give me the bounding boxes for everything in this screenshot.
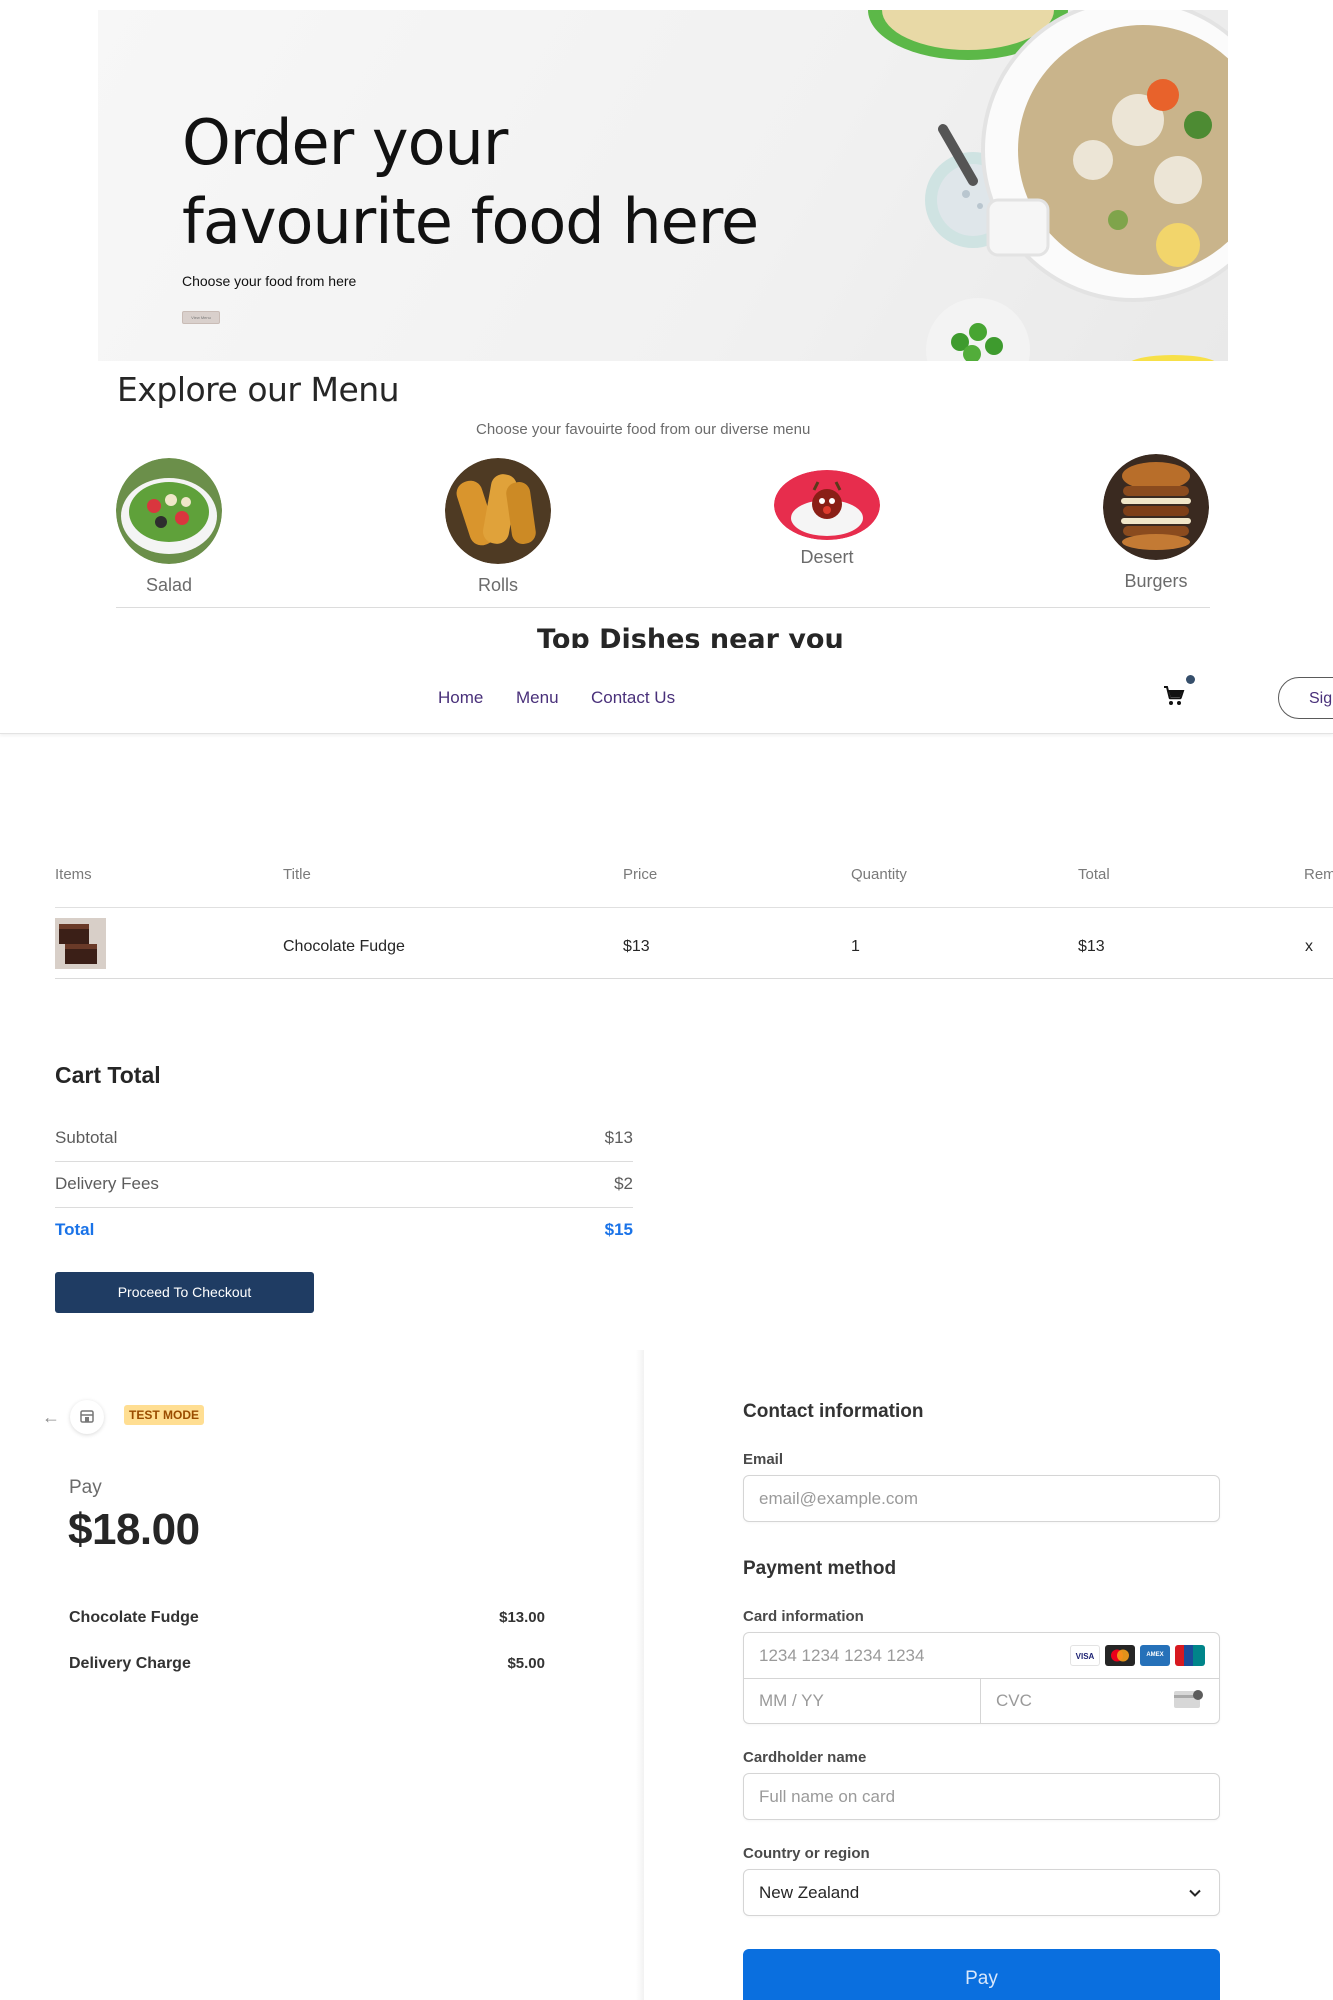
- pay-label: Pay: [69, 1477, 102, 1498]
- proceed-to-checkout-button[interactable]: Proceed To Checkout: [55, 1272, 314, 1313]
- col-quantity: Quantity: [851, 866, 907, 883]
- menu-item-burgers[interactable]: Burgers: [1103, 454, 1209, 592]
- visa-icon: VISA: [1070, 1645, 1100, 1666]
- menu-item-label: Rolls: [477, 575, 518, 595]
- hero-banner: Order your favourite food here Choose yo…: [98, 10, 1228, 361]
- col-remove: Remove: [1304, 866, 1333, 883]
- col-items: Items: [55, 866, 92, 883]
- col-price: Price: [623, 866, 658, 883]
- section-divider: [116, 607, 1210, 608]
- line-item: Delivery Charge $5.00: [69, 1655, 545, 1673]
- card-divider: [744, 1678, 1219, 1679]
- cart-table-header: Items Title Price Quantity Total Remove: [0, 866, 1333, 908]
- menu-item-salad[interactable]: Salad: [116, 458, 222, 596]
- cart-icon[interactable]: [1162, 684, 1186, 708]
- col-total: Total: [1078, 866, 1110, 883]
- col-title: Title: [283, 866, 311, 883]
- card-number-input[interactable]: 1234 1234 1234 1234: [759, 1646, 924, 1666]
- item-total: $13: [1078, 938, 1105, 955]
- pay-amount: $18.00: [68, 1505, 200, 1554]
- item-price: $13: [623, 938, 650, 955]
- contact-info-heading: Contact information: [743, 1401, 924, 1422]
- card-info-label: Card information: [743, 1608, 864, 1625]
- total-divider: [55, 1161, 633, 1162]
- navbar: Home Menu Contact Us Sign in: [0, 648, 1333, 734]
- top-dishes-title-text: Top Dishes near you: [537, 624, 844, 648]
- table-row: Chocolate Fudge $13 1 $13 x: [0, 918, 1333, 978]
- country-selected-value: New Zealand: [759, 1883, 860, 1902]
- test-mode-badge: TEST MODE: [124, 1405, 205, 1425]
- nav-link-menu[interactable]: Menu: [516, 688, 559, 708]
- sign-in-button[interactable]: Sign in: [1278, 677, 1333, 719]
- subtotal-row: Subtotal $13: [55, 1128, 633, 1174]
- item-title: Chocolate Fudge: [283, 938, 405, 955]
- cardholder-name-field[interactable]: Full name on card: [743, 1773, 1220, 1820]
- delivery-row: Delivery Fees $2: [55, 1174, 633, 1220]
- menu-item-rolls[interactable]: Rolls: [445, 458, 551, 596]
- pay-button[interactable]: Pay: [743, 1949, 1220, 2000]
- table-divider: [55, 907, 1333, 908]
- card-divider: [980, 1678, 981, 1724]
- delivery-label: Delivery Fees: [55, 1174, 159, 1193]
- total-divider: [55, 1207, 633, 1208]
- cvc-input[interactable]: CVC: [996, 1691, 1032, 1711]
- explore-menu-subtitle-text: Choose your favouirte food from our dive…: [476, 421, 811, 438]
- hero-subtitle: Choose your food from here: [182, 273, 357, 289]
- unionpay-icon: [1175, 1645, 1205, 1666]
- menu-item-desert[interactable]: Desert: [774, 470, 880, 568]
- total-row: Total $15: [55, 1220, 633, 1266]
- nav-link-contact[interactable]: Contact Us: [591, 688, 675, 708]
- card-info-group: 1234 1234 1234 1234 VISA AMEX MM / YY CV…: [743, 1632, 1220, 1724]
- hero-title-line-2: favourite food here: [182, 185, 759, 258]
- total-value: $15: [604, 1220, 633, 1239]
- subtotal-value: $13: [604, 1128, 633, 1147]
- explore-menu-title: Explore our Menu: [117, 370, 400, 409]
- cardholder-label: Cardholder name: [743, 1749, 867, 1766]
- back-arrow-icon[interactable]: ←: [42, 1407, 60, 1428]
- chocolate-fudge-thumbnail: [55, 918, 106, 969]
- nav-link-home[interactable]: Home: [438, 688, 483, 708]
- menu-item-label: Burgers: [1124, 571, 1188, 591]
- top-dishes-title: Top Dishes near you: [0, 624, 1333, 648]
- subtotal-label: Subtotal: [55, 1128, 118, 1147]
- line-item-amount: $13.00: [499, 1609, 545, 1626]
- panel-divider-shadow: [636, 1350, 644, 2000]
- mastercard-icon: [1105, 1645, 1135, 1666]
- cart-badge-dot: [1186, 675, 1195, 684]
- line-item: Chocolate Fudge $13.00: [69, 1609, 545, 1627]
- line-item-name: Delivery Charge: [69, 1655, 191, 1672]
- line-item-amount: $5.00: [507, 1655, 545, 1672]
- expiry-input[interactable]: MM / YY: [759, 1691, 824, 1711]
- remove-item-button[interactable]: x: [1305, 938, 1313, 956]
- store-icon: [70, 1400, 104, 1434]
- total-label: Total: [55, 1220, 95, 1239]
- menu-item-label: Desert: [800, 547, 854, 567]
- checkout-summary-panel: [0, 1350, 643, 2000]
- salad-image: [116, 458, 222, 564]
- hero-title: Order your favourite food here: [182, 103, 759, 261]
- payment-method-heading: Payment method: [743, 1558, 897, 1579]
- burgers-image: [1103, 454, 1209, 560]
- chevron-down-icon: [1189, 1889, 1201, 1897]
- desert-image: [774, 470, 880, 540]
- item-quantity: 1: [851, 938, 860, 955]
- email-label: Email: [743, 1451, 784, 1468]
- email-field[interactable]: email@example.com: [743, 1475, 1220, 1522]
- delivery-value: $2: [614, 1174, 633, 1193]
- cart-total-title: Cart Total: [55, 1062, 161, 1088]
- hero-food-image: [868, 10, 1228, 361]
- view-menu-button[interactable]: View Menu: [182, 311, 220, 324]
- hero-title-line-1: Order your: [182, 106, 508, 179]
- menu-item-label: Salad: [145, 575, 193, 595]
- cvc-card-icon: [1174, 1690, 1203, 1708]
- country-label: Country or region: [743, 1845, 870, 1862]
- line-item-name: Chocolate Fudge: [69, 1609, 199, 1626]
- table-divider: [55, 978, 1333, 979]
- country-select[interactable]: New Zealand: [743, 1869, 1220, 1916]
- amex-icon: AMEX: [1140, 1645, 1170, 1666]
- rolls-image: [445, 458, 551, 564]
